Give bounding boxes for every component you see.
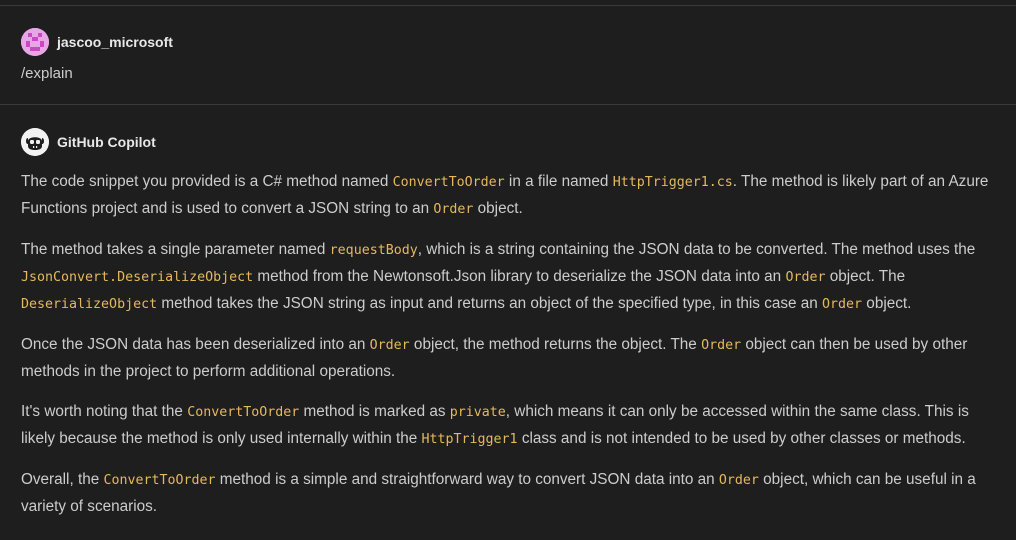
paragraph-text: object. The [825,268,906,285]
paragraph-text: object. [862,295,912,312]
paragraph-text: The code snippet you provided is a C# me… [21,173,393,190]
inline-code: private [449,405,506,420]
paragraph-text: , which is a string containing the JSON … [417,241,976,258]
user-avatar-icon [21,28,49,56]
inline-code: JsonConvert.DeserializeObject [21,270,254,285]
response-author-row: GitHub Copilot [21,127,996,157]
paragraph-text: class and is not intended to be used by … [517,430,966,447]
inline-code: HttpTrigger1.cs [612,175,733,190]
inline-code: Order [718,473,759,488]
copilot-icon [21,128,49,156]
request-author-row: jascoo_microsoft [21,27,996,57]
paragraph-text: method takes the JSON string as input an… [157,295,823,312]
paragraph-text: method from the Newtonsoft.Json library … [253,268,786,285]
paragraph-text: The method takes a single parameter name… [21,241,330,258]
response-paragraph: Overall, the ConvertToOrder method is a … [21,467,996,520]
response-body: The code snippet you provided is a C# me… [21,169,996,520]
paragraph-text: object, the method returns the object. T… [409,336,702,353]
response-paragraph: The method takes a single parameter name… [21,237,996,318]
inline-code: Order [785,270,826,285]
paragraph-text: It's worth noting that the [21,403,188,420]
paragraph-text: object. [473,200,523,217]
inline-code: Order [369,338,410,353]
user-message: /explain [21,65,73,82]
copilot-name: GitHub Copilot [57,134,156,150]
response-paragraph: The code snippet you provided is a C# me… [21,169,996,223]
copilot-chat-panel: jascoo_microsoft /explain GitHub Copilot [0,0,1016,540]
response-paragraph: Once the JSON data has been deserialized… [21,332,996,385]
response-paragraph: It's worth noting that the ConvertToOrde… [21,399,996,453]
paragraph-text: method is marked as [299,403,450,420]
paragraph-text: method is a simple and straightforward w… [215,471,719,488]
inline-code: Order [701,338,742,353]
inline-code: requestBody [329,243,418,258]
paragraph-text: Overall, the [21,471,104,488]
user-request: jascoo_microsoft /explain [0,6,1016,104]
inline-code: ConvertToOrder [392,175,505,190]
inline-code: DeserializeObject [21,297,158,312]
inline-code: Order [822,297,863,312]
inline-code: ConvertToOrder [103,473,216,488]
user-name: jascoo_microsoft [57,34,173,50]
inline-code: Order [433,202,474,217]
paragraph-text: in a file named [504,173,613,190]
inline-code: ConvertToOrder [187,405,300,420]
paragraph-text: Once the JSON data has been deserialized… [21,336,370,353]
inline-code: HttpTrigger1 [421,432,518,447]
copilot-response: GitHub Copilot The code snippet you prov… [0,104,1016,520]
